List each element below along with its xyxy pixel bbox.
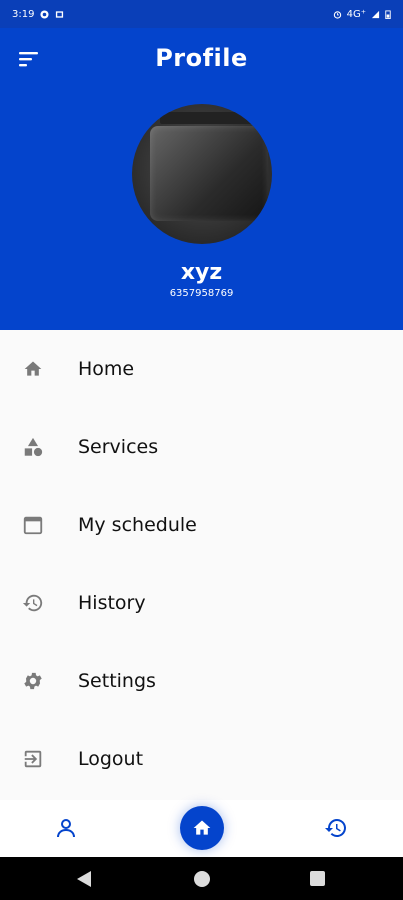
recent-apps-icon[interactable]	[310, 871, 325, 886]
system-home-icon[interactable]	[194, 871, 210, 887]
menu-item-logout[interactable]: Logout	[0, 720, 403, 798]
profile-header: Profile xyz 6357958769	[0, 28, 403, 330]
menu-item-my-schedule[interactable]: My schedule	[0, 486, 403, 564]
drawer-menu: Home Services My schedule History Settin…	[0, 330, 403, 798]
menu-item-label: History	[78, 592, 146, 614]
home-icon	[193, 820, 211, 835]
page-title: Profile	[155, 44, 248, 72]
menu-item-settings[interactable]: Settings	[0, 642, 403, 720]
user-phone: 6357958769	[169, 288, 234, 299]
home-nav-button[interactable]	[180, 806, 224, 850]
user-name: xyz	[180, 260, 223, 285]
system-navigation-bar	[0, 857, 403, 900]
vpn-icon	[40, 9, 50, 19]
network-type: 4G⁺	[346, 8, 366, 20]
menu-item-label: Logout	[78, 748, 144, 770]
history-icon[interactable]	[324, 816, 348, 840]
sim-icon	[56, 10, 64, 18]
logout-icon	[22, 748, 44, 770]
history-icon	[22, 592, 44, 614]
menu-item-label: My schedule	[78, 514, 197, 536]
calendar-icon	[22, 514, 44, 536]
menu-item-services[interactable]: Services	[0, 408, 403, 486]
home-icon	[22, 358, 44, 380]
category-shapes-icon	[22, 436, 44, 458]
avatar-photo-detail	[150, 126, 268, 221]
battery-icon	[385, 9, 391, 19]
menu-item-history[interactable]: History	[0, 564, 403, 642]
back-icon[interactable]	[76, 870, 92, 888]
person-icon[interactable]	[54, 816, 78, 840]
menu-item-label: Services	[78, 436, 159, 458]
menu-item-label: Settings	[78, 670, 156, 692]
avatar-photo-detail	[160, 112, 260, 124]
gear-icon	[22, 670, 44, 692]
avatar[interactable]	[132, 104, 272, 244]
status-bar: 3:19 4G⁺	[0, 0, 403, 28]
status-time: 3:19	[12, 8, 35, 20]
bottom-navigation	[0, 800, 403, 857]
signal-icon	[371, 10, 380, 18]
alarm-icon	[333, 10, 341, 19]
menu-item-label: Home	[78, 358, 135, 380]
menu-item-home[interactable]: Home	[0, 330, 403, 408]
